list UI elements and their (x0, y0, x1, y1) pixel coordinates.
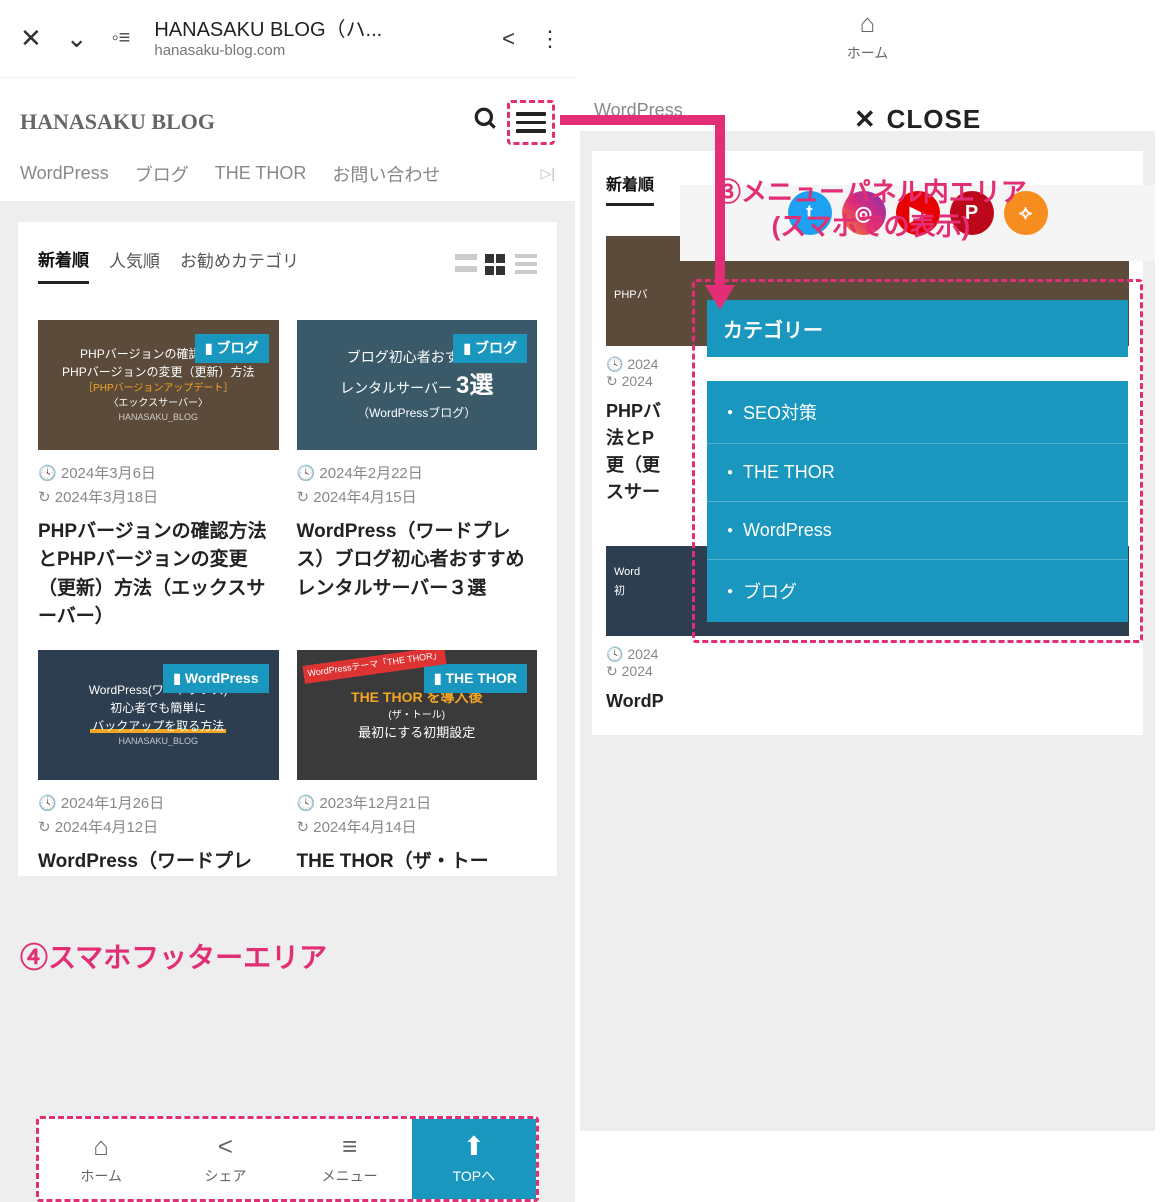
post-title-peek: WordP (606, 688, 1129, 715)
arrow-up-icon: ⬆ (463, 1131, 485, 1162)
annotation-3: ③メニューパネル内エリア (スマホでの表示) (715, 176, 1027, 244)
category-item-thethor[interactable]: THE THOR (707, 444, 1128, 502)
post-meta: 🕓 2024年3月6日 ↻ 2024年3月18日 (38, 462, 279, 510)
post-title: WordPress（ワードプレス）ブログ初心者おすすめレンタルサーバー３選 (297, 518, 538, 604)
footer-home[interactable]: ⌂ホーム (580, 0, 1155, 78)
page-url: hanasaku-blog.com (154, 42, 478, 60)
refresh-icon: ↻ (297, 819, 310, 836)
refresh-icon: ↻ (297, 489, 310, 506)
site-header: HANASAKU BLOG (0, 78, 575, 155)
page-body: 新着順 人気順 お勧めカテゴリ ▮ ブログ PHPバージョンの確認方法と PHP… (0, 202, 575, 1202)
category-item-wordpress[interactable]: WordPress (707, 502, 1128, 560)
post-thumbnail: ▮ ブログ PHPバージョンの確認方法と PHPバージョンの変更（更新）方法 ［… (38, 320, 279, 450)
search-icon[interactable] (473, 106, 499, 139)
post-card[interactable]: ▮ ブログ PHPバージョンの確認方法と PHPバージョンの変更（更新）方法 ［… (38, 320, 279, 632)
clock-icon: 🕓 (38, 465, 57, 482)
category-list: SEO対策 THE THOR WordPress ブログ (707, 381, 1128, 622)
tab-recommend[interactable]: お勧めカテゴリ (180, 247, 299, 282)
post-meta: 🕓 2024年1月26日 ↻ 2024年4月12日 (38, 792, 279, 840)
post-thumbnail: ▮ ブログ ブログ初心者おすすめ レンタルサーバー 3選 （WordPressブ… (297, 320, 538, 450)
tab-newest[interactable]: 新着順 (38, 246, 89, 284)
nav-item-contact[interactable]: お問い合わせ (332, 161, 440, 187)
chevron-down-icon[interactable]: ⌄ (66, 23, 88, 54)
post-title: THE THOR（ザ・トー (297, 848, 538, 877)
clock-icon: 🕓 (297, 795, 316, 812)
home-icon: ⌂ (860, 8, 876, 39)
home-icon: ⌂ (93, 1131, 109, 1162)
phone-left: ✕ ⌄ ◦≡ HANASAKU BLOG（ハ... hanasaku-blog.… (0, 0, 575, 1202)
category-tag[interactable]: ▮ ブログ (453, 334, 527, 363)
main-nav: WordPress ブログ THE THOR お問い合わせ ▷| (0, 155, 575, 202)
nav-item-thethor[interactable]: THE THOR (215, 163, 307, 184)
post-card[interactable]: ▮ ブログ ブログ初心者おすすめ レンタルサーバー 3選 （WordPressブ… (297, 320, 538, 632)
nav-item-blog[interactable]: ブログ (135, 161, 189, 187)
tab-popular[interactable]: 人気順 (109, 247, 160, 282)
footer-share[interactable]: <シェア (163, 1119, 287, 1199)
footer-menu[interactable]: ≡メニュー (288, 1119, 412, 1199)
annotation-arrow (550, 100, 750, 320)
post-meta: 🕓 2023年12月21日 ↻ 2024年4月14日 (297, 792, 538, 840)
post-meta-peek: 🕓 2024↻ 2024 (606, 646, 1129, 680)
category-item-blog[interactable]: ブログ (707, 560, 1128, 622)
hamburger-menu-icon[interactable] (507, 100, 555, 145)
nav-item-wordpress[interactable]: WordPress (20, 163, 109, 184)
posts-card: 新着順 人気順 お勧めカテゴリ ▮ ブログ PHPバージョンの確認方法と PHP… (18, 222, 557, 877)
post-card[interactable]: ▮ THE THOR WordPressテーマ「THE THOR」 THE TH… (297, 650, 538, 877)
page-title: HANASAKU BLOG（ハ... (154, 18, 478, 42)
clock-icon: 🕓 (297, 465, 316, 482)
post-thumbnail: ▮ THE THOR WordPressテーマ「THE THOR」 THE TH… (297, 650, 538, 780)
category-item-seo[interactable]: SEO対策 (707, 381, 1128, 444)
annotation-4: ④スマホフッターエリア (20, 940, 327, 976)
post-title: PHPバージョンの確認方法とPHPバージョンの変更（更新）方法（エックスサーバー… (38, 518, 279, 632)
footer-top[interactable]: ⬆TOPへ (412, 1119, 536, 1199)
view-switcher (455, 254, 537, 276)
site-logo[interactable]: HANASAKU BLOG (20, 109, 459, 135)
category-tag[interactable]: ▮ THE THOR (424, 664, 527, 693)
menu-icon: ≡ (342, 1131, 357, 1162)
browser-bar: ✕ ⌄ ◦≡ HANASAKU BLOG（ハ... hanasaku-blog.… (0, 0, 575, 78)
post-thumbnail: ▮ WordPress WordPress(ワードプレス) 初心者でも簡単に バ… (38, 650, 279, 780)
mobile-footer-bar: ⌂ホーム <シェア ≡メニュー ⬆TOPへ (36, 1116, 539, 1202)
share-icon: < (218, 1131, 233, 1162)
post-title: WordPress（ワードプレ (38, 848, 279, 877)
refresh-icon: ↻ (38, 489, 51, 506)
refresh-icon: ↻ (38, 819, 51, 836)
post-card[interactable]: ▮ WordPress WordPress(ワードプレス) 初心者でも簡単に バ… (38, 650, 279, 877)
close-tab-icon[interactable]: ✕ (20, 23, 42, 54)
menu-panel-inner: カテゴリー SEO対策 THE THOR WordPress ブログ (692, 279, 1143, 643)
close-menu-button[interactable]: ✕CLOSE (680, 78, 1155, 145)
category-tag[interactable]: ▮ ブログ (195, 334, 269, 363)
view-large-icon[interactable] (455, 254, 477, 276)
more-icon[interactable]: ⋮ (539, 26, 561, 52)
share-icon[interactable]: < (502, 26, 515, 52)
view-list-icon[interactable] (515, 254, 537, 276)
address-area[interactable]: HANASAKU BLOG（ハ... hanasaku-blog.com (154, 18, 478, 60)
sort-tabs: 新着順 人気順 お勧めカテゴリ (38, 246, 537, 284)
close-icon: ✕ (854, 104, 877, 134)
phone-right: ✕ ⌄ ◦≡ HANASAKU BLOG（ハ... hanasaku-blog.… (580, 0, 1155, 78)
category-tag[interactable]: ▮ WordPress (163, 664, 268, 693)
clock-icon: 🕓 (38, 795, 57, 812)
view-grid-icon[interactable] (485, 254, 507, 276)
mobile-footer-bar: ⌂ホーム (580, 0, 1155, 78)
posts-grid: ▮ ブログ PHPバージョンの確認方法と PHPバージョンの変更（更新）方法 ［… (38, 320, 537, 877)
post-meta: 🕓 2024年2月22日 ↻ 2024年4月15日 (297, 462, 538, 510)
reader-mode-icon[interactable]: ◦≡ (112, 27, 131, 50)
category-header: カテゴリー (707, 300, 1128, 357)
footer-home[interactable]: ⌂ホーム (39, 1119, 163, 1199)
